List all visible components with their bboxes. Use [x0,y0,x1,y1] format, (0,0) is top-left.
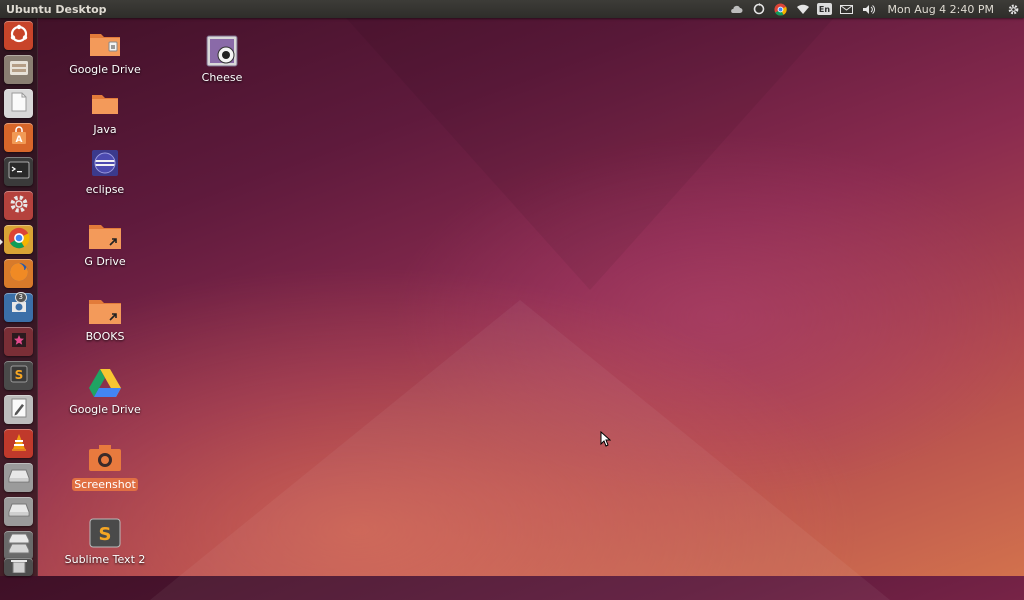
svg-text:A: A [15,135,22,145]
mouse-pointer-icon [600,430,612,451]
document-icon [11,92,27,116]
launcher-drive-stack[interactable] [4,531,33,560]
desktop-icon-screenshot[interactable]: Screenshot [55,441,155,491]
launcher-software-center[interactable]: A [4,123,33,152]
chrome-icon[interactable] [770,0,792,18]
mail-icon[interactable] [836,0,858,18]
desktop-icon-java[interactable]: Java [55,86,155,136]
launcher-firefox[interactable] [4,259,33,288]
clock[interactable]: Mon Aug 4 2:40 PM [888,3,994,16]
desktop-icon-label: eclipse [85,183,125,196]
launcher-shutter[interactable]: 3 [4,292,33,322]
vlc-cone-icon [9,432,29,456]
launcher-chrome[interactable] [4,225,33,254]
desktop-icon-label: Google Drive [69,63,141,76]
wallpaper-facet [150,300,890,600]
desktop-icon-google-drive-app[interactable]: Google Drive [55,366,155,416]
launcher-drive-2[interactable] [4,497,33,526]
desktop-icon-eclipse[interactable]: eclipse [55,146,155,196]
sublime-icon: S [88,516,122,550]
shopping-bag-icon: A [9,125,29,150]
desktop-icon-label: Cheese [201,71,243,84]
keyboard-layout-label: En [817,3,833,15]
notification-badge: 3 [14,292,27,303]
wifi-icon[interactable] [792,0,814,18]
launcher-vlc[interactable] [4,429,33,458]
launcher-drive-1[interactable] [4,463,33,492]
running-indicator [0,239,3,245]
folder-icon [88,26,122,60]
top-panel: Ubuntu Desktop En Mon Aug 4 2:40 PM [0,0,1024,18]
desktop-icon-google-drive-folder[interactable]: Google Drive [55,26,155,76]
launcher: A 3 S [0,18,38,576]
desktop-icon-label: Screenshot [72,478,138,491]
keyboard-layout-indicator[interactable]: En [814,0,836,18]
launcher-libreoffice[interactable] [4,89,33,118]
drive-icon [8,468,30,487]
trash-icon [10,558,28,577]
cheese-webcam-icon [205,34,239,68]
folder-link-icon [88,293,122,327]
firefox-icon [8,261,30,287]
chrome-icon [8,227,30,253]
terminal-icon [8,161,30,183]
desktop-icon-label: Java [93,123,117,136]
launcher-text-editor[interactable] [4,395,33,424]
svg-text:S: S [99,524,112,545]
google-drive-icon [88,366,122,400]
launcher-dash-home[interactable] [4,21,33,50]
cloud-sync-icon[interactable] [726,0,748,18]
ubuntu-logo-icon [9,24,29,48]
volume-icon[interactable] [858,0,880,18]
desktop-icon-sublime-text[interactable]: S Sublime Text 2 [55,516,155,566]
launcher-rhythmbox[interactable] [4,327,33,356]
launcher-trash[interactable] [4,558,33,576]
desktop-icon-books[interactable]: BOOKS [55,293,155,343]
indicator-tray: En Mon Aug 4 2:40 PM [726,0,1024,18]
wallpaper-facet [330,0,850,290]
desktop-icon-g-drive[interactable]: G Drive [55,218,155,268]
music-icon [9,330,29,354]
camera-icon [88,441,122,475]
desktop-icon-label: BOOKS [85,330,125,343]
desktop-icon-label: Google Drive [69,403,141,416]
gear-icon [8,193,30,219]
desktop-icon-label: Sublime Text 2 [64,553,146,566]
desktop-icon-label: G Drive [84,255,126,268]
launcher-sublime-text[interactable]: S [4,361,33,390]
sync-arrows-icon[interactable] [748,0,770,18]
window-title: Ubuntu Desktop [6,2,107,16]
launcher-system-settings[interactable] [4,191,33,220]
folder-icon [88,86,122,120]
launcher-files[interactable] [4,55,33,84]
file-manager-icon [9,59,29,81]
folder-link-icon [88,218,122,252]
desktop-icon-cheese[interactable]: Cheese [172,34,272,84]
session-gear-icon[interactable] [1002,0,1024,18]
svg-text:S: S [14,368,23,382]
launcher-terminal[interactable] [4,157,33,186]
pencil-icon [10,398,28,422]
sublime-icon: S [9,364,29,388]
drive-icon [8,533,30,559]
eclipse-icon [88,146,122,180]
drive-icon [8,502,30,521]
